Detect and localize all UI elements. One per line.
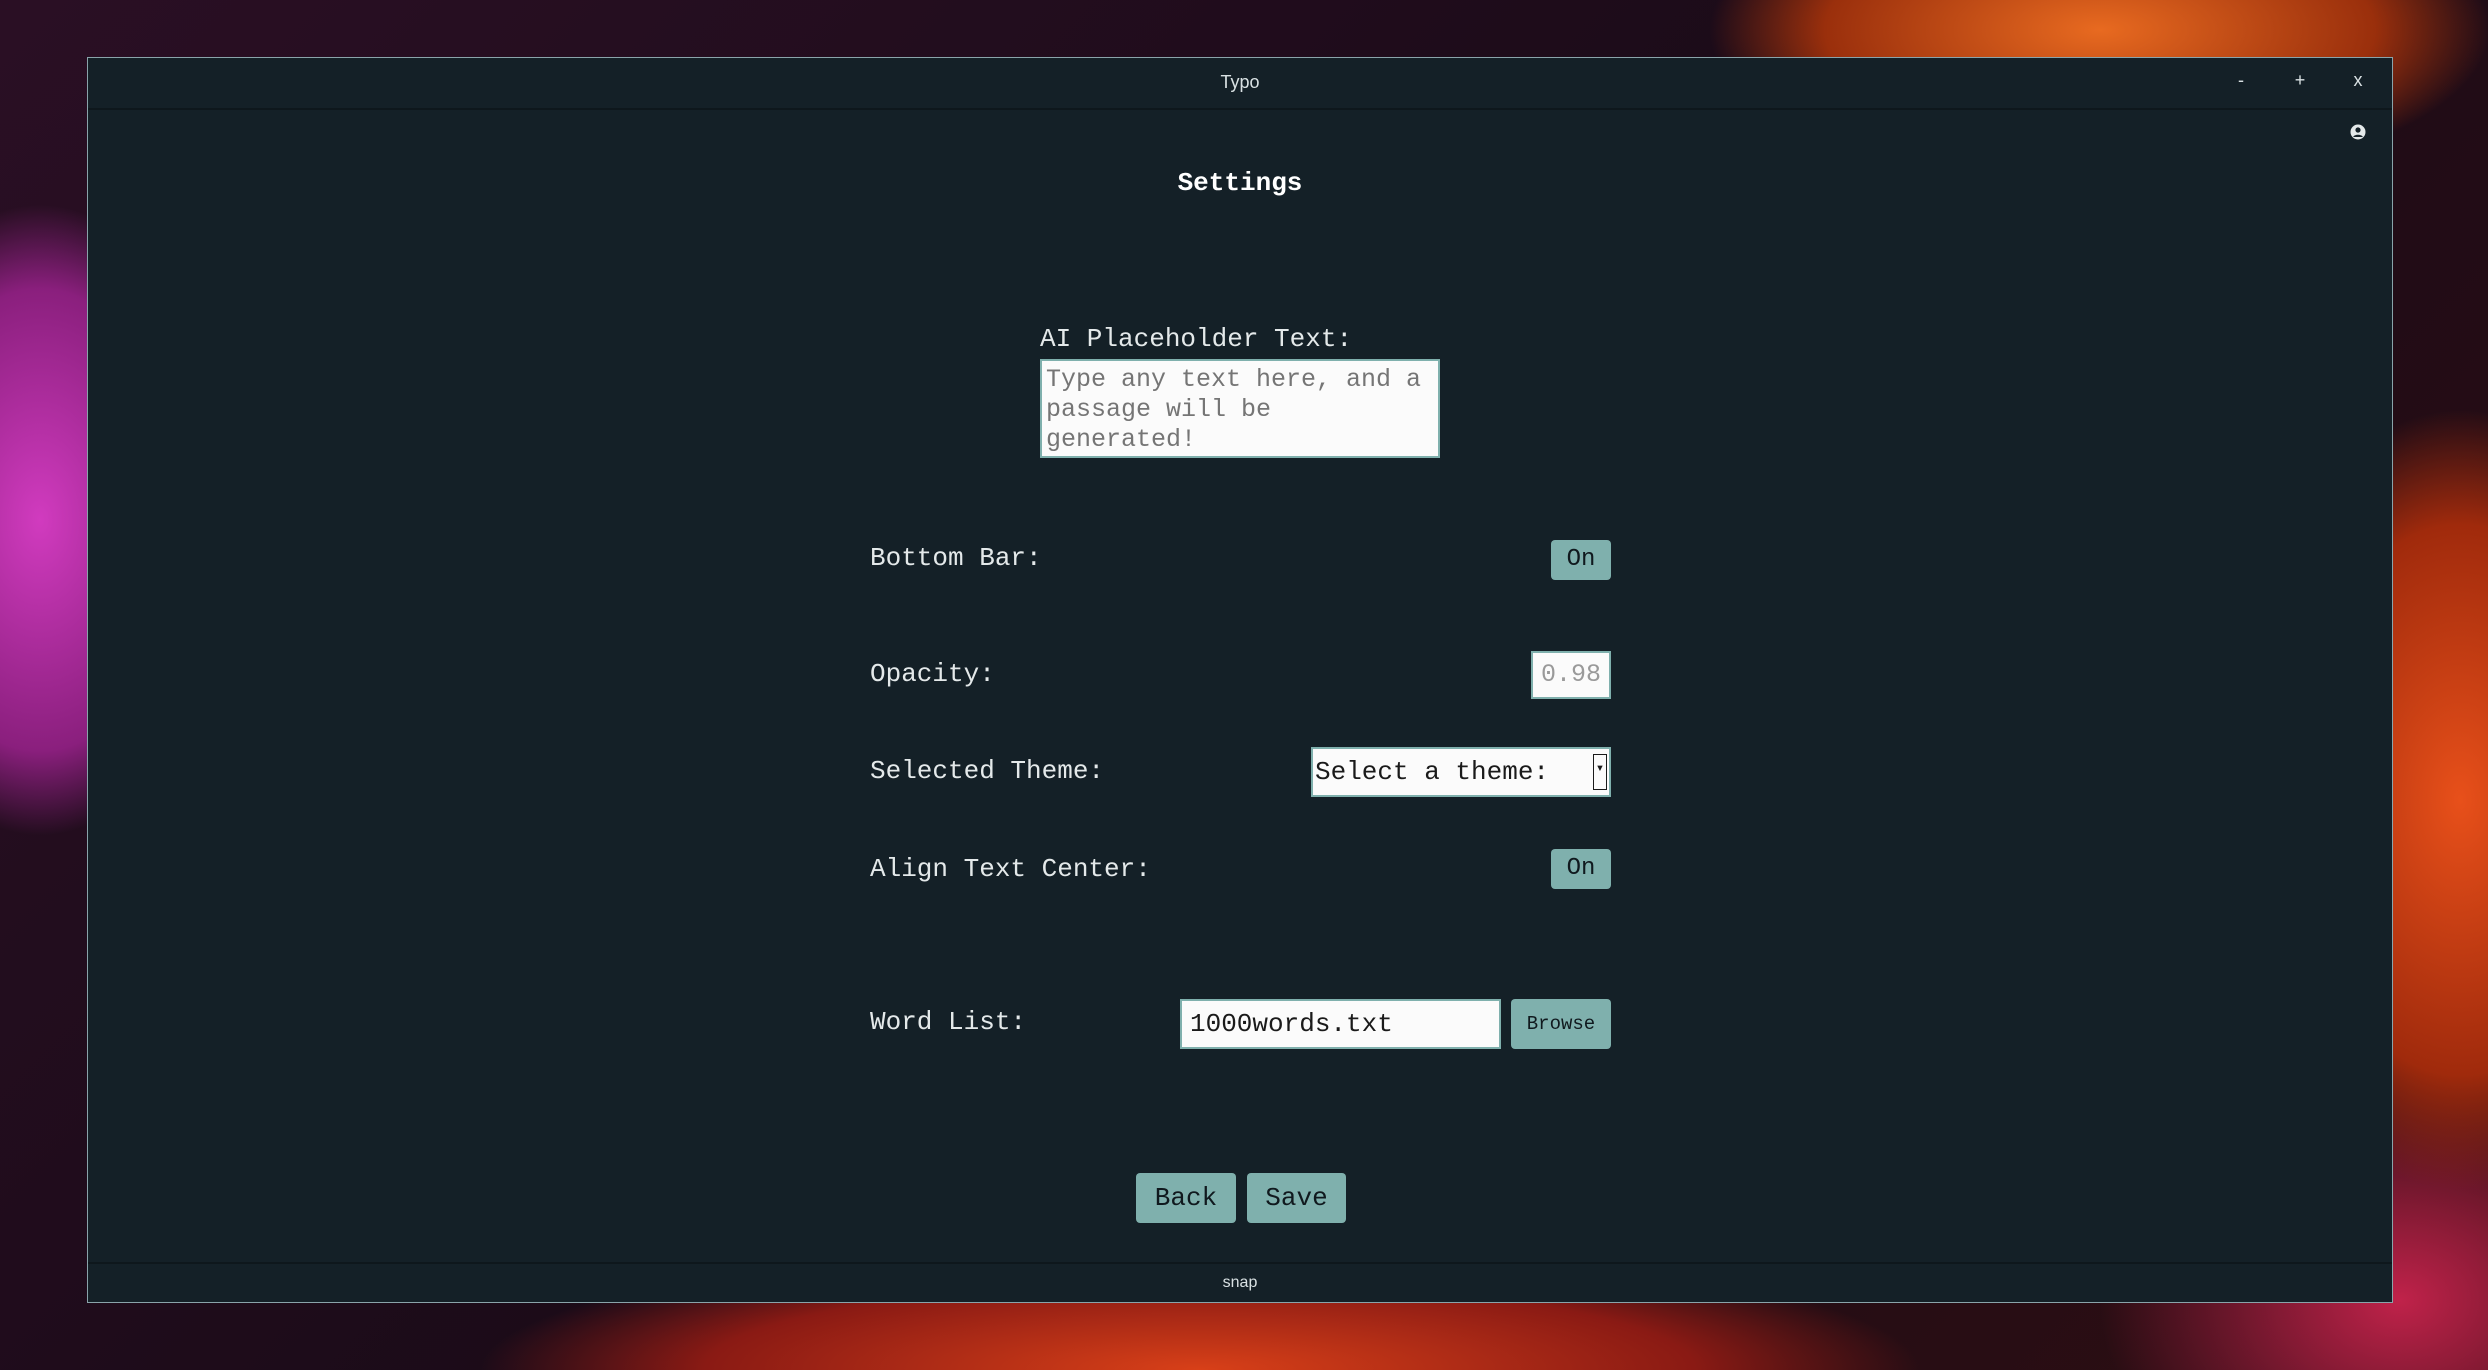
user-circle-icon[interactable] bbox=[2350, 124, 2366, 140]
page-title: Settings bbox=[1177, 168, 1303, 198]
app-window: Typo - + x Settings AI Placeholder Text:… bbox=[87, 57, 2393, 1303]
theme-label: Selected Theme: bbox=[870, 756, 1105, 786]
opacity-input[interactable]: 0.98 bbox=[1531, 651, 1611, 699]
save-button[interactable]: Save bbox=[1247, 1173, 1346, 1223]
ai-placeholder-label: AI Placeholder Text: bbox=[1040, 324, 1353, 354]
title-bar[interactable]: Typo - + x bbox=[88, 58, 2392, 110]
back-button[interactable]: Back bbox=[1136, 1173, 1236, 1223]
word-list-label: Word List: bbox=[870, 1007, 1027, 1037]
maximize-button[interactable]: + bbox=[2288, 70, 2312, 91]
align-center-toggle[interactable]: On bbox=[1551, 849, 1611, 889]
align-center-label: Align Text Center: bbox=[870, 854, 1151, 884]
minimize-button[interactable]: - bbox=[2229, 70, 2253, 91]
word-list-input[interactable]: 1000words.txt bbox=[1180, 999, 1501, 1049]
bottom-bar-toggle[interactable]: On bbox=[1551, 540, 1611, 580]
chevron-down-icon[interactable]: ▾ bbox=[1593, 754, 1607, 790]
status-text: snap bbox=[1222, 1274, 1258, 1291]
browse-button[interactable]: Browse bbox=[1511, 999, 1611, 1049]
theme-select[interactable]: Select a theme: ▾ bbox=[1311, 747, 1611, 797]
bottom-bar-label: Bottom Bar: bbox=[870, 543, 1042, 573]
ai-placeholder-textarea[interactable] bbox=[1040, 359, 1440, 458]
theme-select-value: Select a theme: bbox=[1315, 757, 1550, 787]
status-bar: snap bbox=[88, 1262, 2392, 1302]
opacity-label: Opacity: bbox=[870, 659, 995, 689]
window-title: Typo bbox=[1220, 72, 1260, 92]
close-button[interactable]: x bbox=[2346, 70, 2370, 91]
